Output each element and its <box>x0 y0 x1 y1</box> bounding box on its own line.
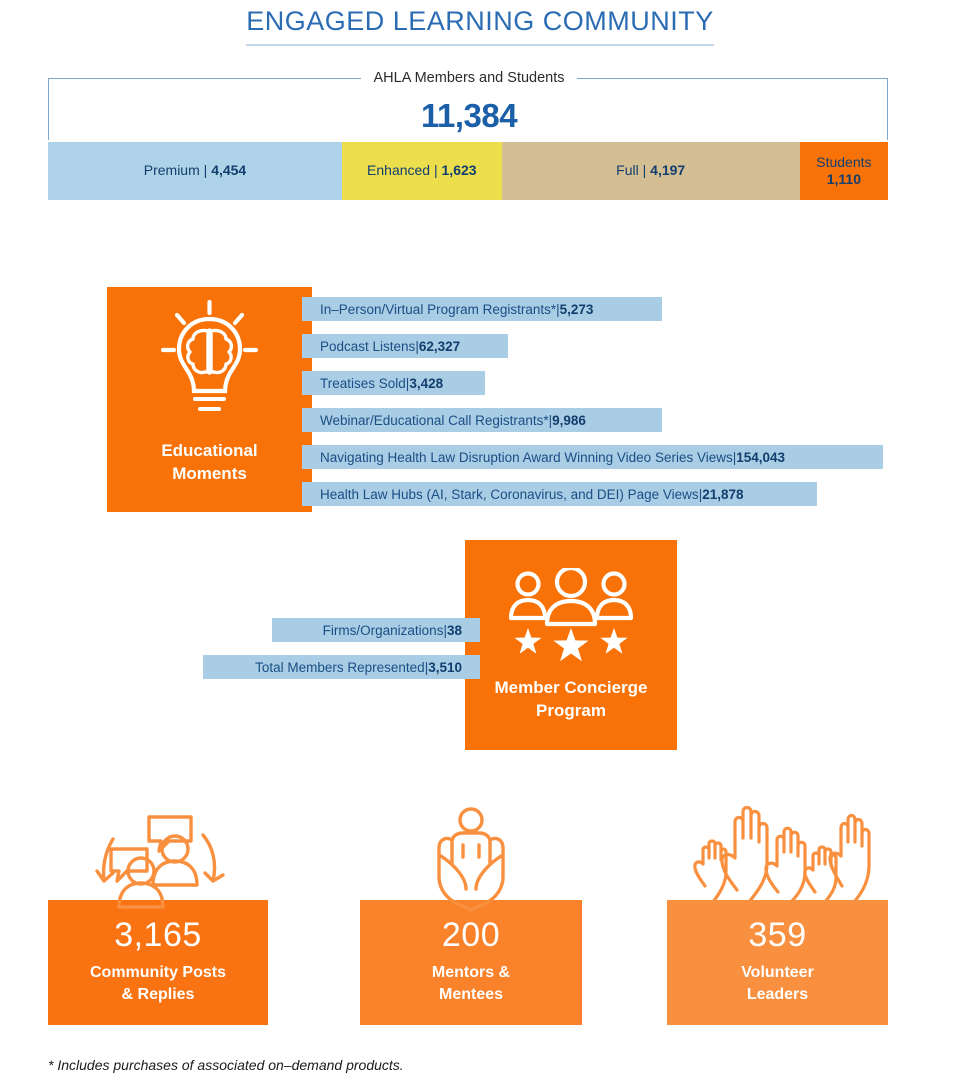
educational-stat-bar: In–Person/Virtual Program Registrants* |… <box>302 297 662 321</box>
edu-label-line1: Educational <box>161 441 258 461</box>
stat-card: 359 Volunteer Leaders <box>667 900 888 1025</box>
stat-value: 3,428 <box>409 375 444 391</box>
membership-segments-bar: Premium | 4,454 Enhanced | 1,623 Full | 4,… <box>48 142 888 200</box>
segment-label: Enhanced <box>367 162 431 179</box>
segment-label: Premium <box>143 162 200 179</box>
stat-value: 154,043 <box>736 449 786 465</box>
segment-value: 4,454 <box>211 162 247 179</box>
stat-value: 38 <box>446 622 462 638</box>
stat-card-label: Volunteer Leaders <box>667 962 888 1006</box>
stat-card-number: 3,165 <box>114 916 202 954</box>
segment-text: Students 1,110 <box>816 154 871 189</box>
membership-segment-full: Full | 4,197 <box>501 142 800 200</box>
educational-stat-bar: Treatises Sold | 3,428 <box>302 371 485 395</box>
segment-text: Enhanced | 1,623 <box>367 162 477 179</box>
stat-value: 21,878 <box>702 486 744 502</box>
segment-value: 1,110 <box>826 171 861 187</box>
members-legend-label: AHLA Members and Students <box>361 70 577 86</box>
segment-text: Premium | 4,454 <box>143 162 247 179</box>
stat-card-label-line1: Community Posts <box>89 964 226 981</box>
stat-label: Total Members Represented <box>255 659 425 675</box>
page-title: ENGAGED LEARNING COMMUNITY <box>246 6 714 46</box>
infographic-page: ENGAGED LEARNING COMMUNITY AHLA Members … <box>0 0 960 1084</box>
stat-label: Firms/Organizations <box>322 622 444 638</box>
stat-card-number: 359 <box>748 916 807 954</box>
stat-label: Navigating Health Law Disruption Award W… <box>320 449 733 465</box>
segment-value: 4,197 <box>650 162 686 179</box>
stat-card-number: 200 <box>441 916 501 954</box>
stat-value: 62,327 <box>418 338 461 354</box>
member-concierge-box: Member Concierge Program <box>465 540 677 750</box>
educational-stat-bar: Health Law Hubs (AI, Stark, Coronavirus,… <box>302 482 817 506</box>
members-legend: AHLA Members and Students <box>49 69 889 87</box>
educational-stat-bar: Podcast Listens | 62,327 <box>302 334 508 358</box>
stat-cards-section: 3,165 Community Posts & Replies 200 Mentors … <box>0 790 960 1035</box>
stat-card-label-line1: Mentors & <box>431 964 511 981</box>
three-people-three-stars-icon <box>508 568 634 662</box>
member-concierge-label: Member Concierge Program <box>465 677 677 723</box>
educational-moments-box: Educational Moments <box>107 287 312 512</box>
stat-label: Webinar/Educational Call Registrants* <box>320 412 549 428</box>
educational-moments-section: Educational Moments In–Person/Virtual Pr… <box>0 287 960 517</box>
segment-label: Students <box>816 153 872 170</box>
membership-segment-premium: Premium | 4,454 <box>48 142 342 200</box>
segment-label: Full <box>616 162 639 179</box>
lightbulb-brain-icon <box>160 299 259 411</box>
footnote: * Includes purchases of associated on–de… <box>48 1057 404 1073</box>
concierge-stat-bar: Firms/Organizations | 38 <box>272 618 480 642</box>
segment-text: Full | 4,197 <box>616 162 686 179</box>
mcp-label-line1: Member Concierge <box>494 678 648 698</box>
members-total-value: 11,384 <box>420 97 518 134</box>
stat-value: 5,273 <box>559 301 594 317</box>
educational-moments-label: Educational Moments <box>107 440 312 486</box>
educational-stat-bar: Webinar/Educational Call Registrants* | … <box>302 408 662 432</box>
stat-label: Treatises Sold <box>320 375 406 391</box>
hands-holding-person-icon <box>406 805 536 920</box>
membership-segment-enhanced: Enhanced | 1,623 <box>342 142 502 200</box>
stat-card-label: Community Posts & Replies <box>48 962 268 1006</box>
member-concierge-section: Member Concierge Program Firms/Organizat… <box>0 540 960 750</box>
title-block: ENGAGED LEARNING COMMUNITY <box>0 6 960 46</box>
members-summary-box: AHLA Members and Students 11,384 <box>48 70 888 140</box>
stat-value: 3,510 <box>428 659 462 675</box>
community-discussion-icon <box>83 805 233 920</box>
stat-card-label-line1: Volunteer <box>741 964 814 981</box>
concierge-stat-bar: Total Members Represented | 3,510 <box>203 655 480 679</box>
stat-card-label-line2: Mentees <box>438 986 504 1004</box>
stat-label: Health Law Hubs (AI, Stark, Coronavirus,… <box>320 486 699 502</box>
stat-value: 9,986 <box>552 412 586 428</box>
stat-label: In–Person/Virtual Program Registrants* <box>320 301 557 317</box>
stat-label: Podcast Listens <box>320 338 416 354</box>
edu-label-line2: Moments <box>172 464 247 484</box>
membership-segment-students: Students 1,110 <box>799 142 888 200</box>
stat-card-label: Mentors & Mentees <box>360 962 582 1006</box>
raised-hands-icon <box>673 798 883 913</box>
educational-stat-bar: Navigating Health Law Disruption Award W… <box>302 445 883 469</box>
segment-value: 1,623 <box>441 162 477 179</box>
mcp-label-line2: Program <box>536 701 606 721</box>
stat-card-label-line2: Leaders <box>746 986 809 1004</box>
stat-card-label-line2: & Replies <box>121 986 195 1004</box>
